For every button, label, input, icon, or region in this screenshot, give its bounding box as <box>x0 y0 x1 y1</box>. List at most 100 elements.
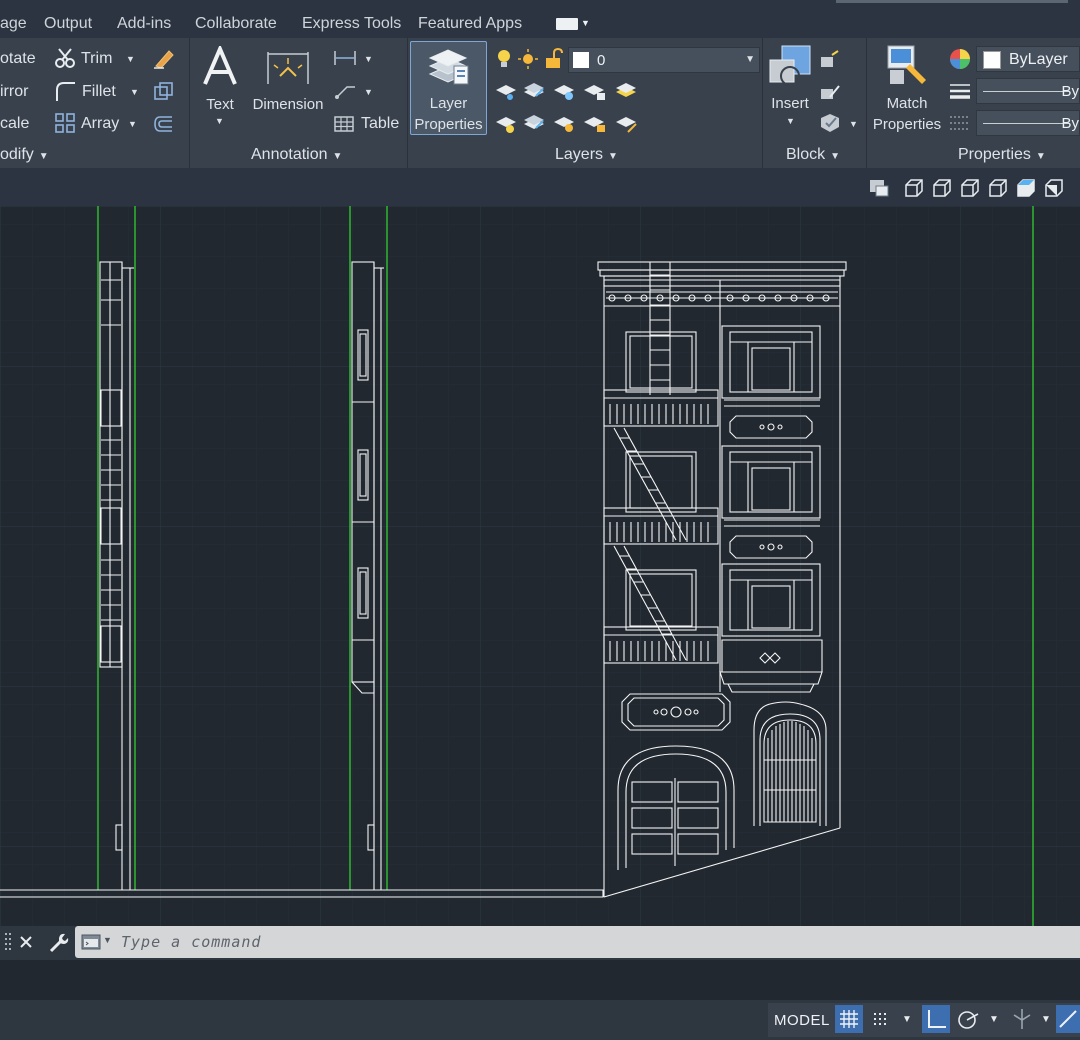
layer-dropdown[interactable]: 0 ▼ <box>568 47 760 73</box>
color-wheel-icon <box>950 49 970 69</box>
lineweight-dropdown[interactable]: By <box>976 78 1080 104</box>
lineweight-value: By <box>1061 83 1079 100</box>
scale-button[interactable]: cale <box>0 115 29 133</box>
linetype-dropdown[interactable]: By <box>976 110 1080 136</box>
trim-dropdown-icon[interactable]: ▼ <box>126 54 135 64</box>
table-icon <box>334 116 354 132</box>
view-toolbar <box>0 168 1080 206</box>
view-bottom-icon[interactable] <box>1043 177 1065 199</box>
insert-button[interactable]: Insert <box>765 93 815 114</box>
object-snap-tracking-toggle[interactable] <box>1056 1005 1080 1033</box>
mirror-button[interactable]: irror <box>0 83 28 101</box>
model-space-drawing[interactable] <box>0 206 1080 926</box>
linear-dropdown-icon[interactable]: ▼ <box>364 54 373 64</box>
panel-divider <box>762 38 763 168</box>
insert-dropdown-icon[interactable]: ▼ <box>786 116 795 126</box>
text-icon <box>203 46 237 85</box>
layer-properties-button[interactable]: Layer Properties <box>410 41 487 135</box>
color-dropdown[interactable]: ByLayer <box>976 46 1080 72</box>
leader-dropdown-icon[interactable]: ▼ <box>364 87 373 97</box>
trim-button[interactable]: Trim <box>81 50 112 68</box>
command-input[interactable]: ▼ Type a command <box>75 926 1080 958</box>
leader-icon[interactable] <box>333 80 359 100</box>
text-button[interactable]: Text <box>200 94 240 115</box>
tab-featured-apps[interactable]: Featured Apps <box>418 15 522 33</box>
layer-tools-row-1[interactable] <box>494 80 642 104</box>
snap-dropdown-icon[interactable]: ▼ <box>902 1014 912 1025</box>
viewport-config-icon[interactable] <box>868 177 890 199</box>
layout-tab-area <box>0 960 1080 1000</box>
panel-divider <box>189 38 190 168</box>
layer-color-swatch <box>573 52 589 68</box>
command-history-icon[interactable] <box>81 934 101 950</box>
wrench-icon[interactable] <box>47 932 69 954</box>
tab-add-ins[interactable]: Add-ins <box>117 15 171 33</box>
create-block-icon[interactable] <box>818 49 842 71</box>
table-button[interactable]: Table <box>361 115 399 133</box>
polar-icon <box>958 1011 979 1029</box>
layer-properties-label-1: Layer <box>429 95 468 112</box>
layers-panel-title[interactable]: Layers ▼ <box>555 146 618 164</box>
erase-icon[interactable] <box>152 46 176 70</box>
attributes-dropdown-icon[interactable]: ▼ <box>849 119 858 129</box>
snap-toggle[interactable] <box>867 1005 895 1033</box>
polar-dropdown-icon[interactable]: ▼ <box>989 1014 999 1025</box>
rotate-button[interactable]: otate <box>0 50 36 68</box>
view-back-icon[interactable] <box>987 177 1009 199</box>
linetype-preview <box>983 123 1069 124</box>
properties-panel-title[interactable]: Properties ▼ <box>958 146 1046 164</box>
linetype-icon <box>950 116 970 130</box>
linear-dimension-icon[interactable] <box>333 48 359 68</box>
model-space-toggle[interactable]: MODEL <box>774 1012 830 1029</box>
ribbon: otate irror cale Trim ▼ Fillet ▼ Array ▼ <box>0 38 1080 168</box>
view-top-icon[interactable] <box>1015 177 1037 199</box>
fillet-button[interactable]: Fillet <box>82 83 116 101</box>
view-right-icon[interactable] <box>959 177 981 199</box>
offset-icon[interactable] <box>152 113 176 135</box>
chevron-down-icon[interactable]: ▼ <box>745 54 755 65</box>
isodraft-toggle[interactable] <box>1008 1005 1036 1033</box>
polar-toggle[interactable] <box>954 1005 982 1033</box>
match-properties-label-2[interactable]: Properties <box>868 114 946 135</box>
isodraft-dropdown-icon[interactable]: ▼ <box>1041 1014 1051 1025</box>
edit-block-icon[interactable] <box>818 81 842 103</box>
match-properties-label-1[interactable]: Match <box>868 93 946 114</box>
annotation-panel-title[interactable]: Annotation ▼ <box>251 146 342 164</box>
insert-icon <box>769 45 811 86</box>
view-left-icon[interactable] <box>931 177 953 199</box>
view-front-icon[interactable] <box>903 177 925 199</box>
fillet-dropdown-icon[interactable]: ▼ <box>130 87 139 97</box>
block-attributes-icon[interactable] <box>818 112 842 136</box>
close-icon[interactable] <box>19 935 33 949</box>
tab-express-tools[interactable]: Express Tools <box>302 15 401 33</box>
tracking-icon <box>1059 1010 1077 1028</box>
trim-icon <box>55 48 75 68</box>
ribbon-minimize-icon[interactable] <box>556 18 578 30</box>
array-dropdown-icon[interactable]: ▼ <box>128 119 137 129</box>
modify-panel-title[interactable]: odify ▼ <box>0 146 49 164</box>
ortho-toggle[interactable] <box>922 1005 950 1033</box>
command-line-bar: ▼ Type a command <box>0 926 1080 960</box>
layer-properties-icon <box>428 49 469 85</box>
chevron-down-icon[interactable]: ▼ <box>103 935 112 945</box>
grid-icon <box>840 1010 858 1028</box>
isodraft-icon <box>1013 1009 1031 1029</box>
tab-manage[interactable]: age <box>0 15 27 33</box>
block-panel-title[interactable]: Block ▼ <box>786 146 840 164</box>
layer-tools-row-2[interactable] <box>494 112 642 136</box>
snap-icon <box>874 1013 886 1025</box>
tab-output[interactable]: Output <box>44 15 92 33</box>
status-toggles: MODEL ▼ ▼ ▼ <box>768 1003 1080 1037</box>
array-button[interactable]: Array <box>81 115 119 133</box>
grip-icon[interactable] <box>5 933 13 953</box>
grid-toggle[interactable] <box>835 1005 863 1033</box>
copy-icon[interactable] <box>152 80 176 102</box>
tab-collaborate[interactable]: Collaborate <box>195 15 277 33</box>
drawing-canvas[interactable] <box>0 206 1080 926</box>
chevron-down-icon[interactable]: ▼ <box>581 18 590 28</box>
layer-properties-label-2: Properties <box>414 116 483 133</box>
text-dropdown-icon[interactable]: ▼ <box>215 116 224 126</box>
dimension-button[interactable]: Dimension <box>248 94 328 115</box>
status-bar: MODEL ▼ ▼ ▼ <box>0 1000 1080 1040</box>
layer-state-icons[interactable] <box>494 47 568 71</box>
